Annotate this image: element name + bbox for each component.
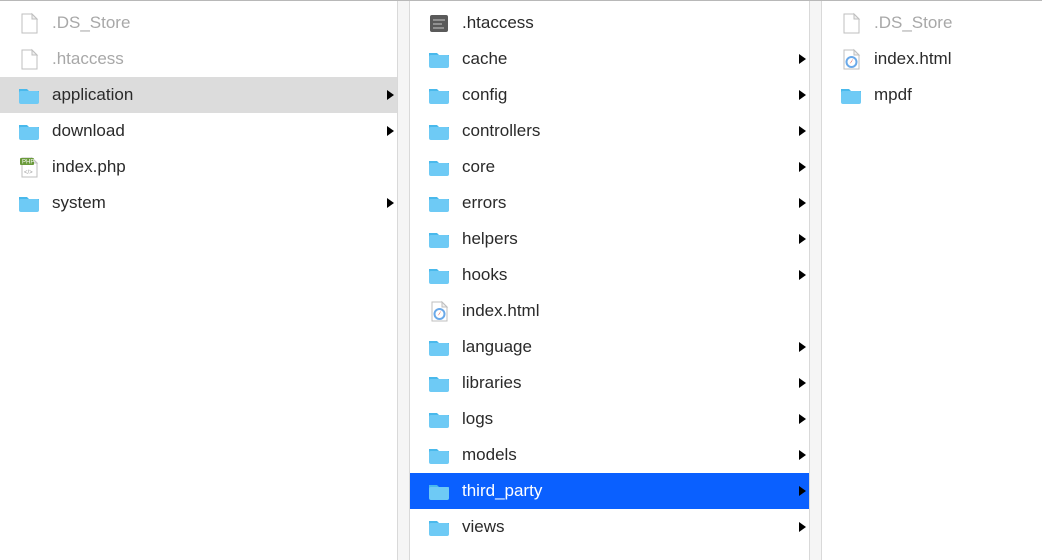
item-label: errors <box>462 193 798 213</box>
folder-item[interactable]: errors <box>410 185 822 221</box>
folder-item[interactable]: helpers <box>410 221 822 257</box>
folder-item[interactable]: cache <box>410 41 822 77</box>
folder-item[interactable]: system <box>0 185 410 221</box>
folder-icon <box>16 118 42 144</box>
folder-item[interactable]: views <box>410 509 822 545</box>
folder-icon <box>838 82 864 108</box>
apache-file-icon <box>426 10 452 36</box>
disclosure-arrow-icon <box>798 378 808 389</box>
file-item[interactable]: .htaccess <box>0 41 410 77</box>
item-label: index.html <box>462 301 798 321</box>
folder-icon <box>426 118 452 144</box>
folder-item[interactable]: hooks <box>410 257 822 293</box>
disclosure-arrow-icon <box>798 90 808 101</box>
disclosure-arrow-icon <box>798 198 808 209</box>
folder-icon <box>16 82 42 108</box>
disclosure-arrow-icon <box>798 486 808 497</box>
file-icon <box>16 46 42 72</box>
file-icon <box>16 10 42 36</box>
disclosure-arrow-icon <box>386 126 396 137</box>
column-2-rows: .htaccess cache config controllers core error… <box>410 5 822 545</box>
folder-icon <box>426 154 452 180</box>
item-label: .DS_Store <box>874 13 1018 33</box>
disclosure-arrow-icon <box>386 198 396 209</box>
disclosure-arrow-icon <box>798 126 808 137</box>
disclosure-arrow-icon <box>798 522 808 533</box>
php-file-icon <box>16 154 42 180</box>
folder-icon <box>426 262 452 288</box>
folder-icon <box>426 46 452 72</box>
item-label: cache <box>462 49 798 69</box>
folder-item[interactable]: config <box>410 77 822 113</box>
disclosure-arrow-icon <box>798 450 808 461</box>
finder-column-view: .DS_Store .htaccess application download ind… <box>0 0 1042 560</box>
column-3[interactable]: .DS_Store index.html mpdf <box>822 1 1042 560</box>
folder-item[interactable]: mpdf <box>822 77 1042 113</box>
column-1-rows: .DS_Store .htaccess application download ind… <box>0 5 410 221</box>
column-3-rows: .DS_Store index.html mpdf <box>822 5 1042 113</box>
item-label: logs <box>462 409 798 429</box>
item-label: mpdf <box>874 85 1018 105</box>
item-label: index.php <box>52 157 386 177</box>
column-1[interactable]: .DS_Store .htaccess application download ind… <box>0 1 410 560</box>
folder-item[interactable]: language <box>410 329 822 365</box>
disclosure-arrow-icon <box>798 234 808 245</box>
disclosure-arrow-icon <box>798 414 808 425</box>
html-file-icon <box>838 46 864 72</box>
folder-icon <box>426 514 452 540</box>
item-label: controllers <box>462 121 798 141</box>
item-label: language <box>462 337 798 357</box>
file-item[interactable]: .htaccess <box>410 5 822 41</box>
column-divider[interactable] <box>809 1 822 560</box>
item-label: core <box>462 157 798 177</box>
file-item[interactable]: index.html <box>822 41 1042 77</box>
disclosure-arrow-icon <box>386 90 396 101</box>
item-label: views <box>462 517 798 537</box>
folder-item[interactable]: download <box>0 113 410 149</box>
folder-icon <box>426 442 452 468</box>
disclosure-arrow-icon <box>798 54 808 65</box>
column-2[interactable]: .htaccess cache config controllers core error… <box>410 1 822 560</box>
item-label: application <box>52 85 386 105</box>
html-file-icon <box>426 298 452 324</box>
folder-item[interactable]: core <box>410 149 822 185</box>
item-label: libraries <box>462 373 798 393</box>
folder-item[interactable]: application <box>0 77 410 113</box>
item-label: index.html <box>874 49 1018 69</box>
folder-icon <box>426 406 452 432</box>
item-label: hooks <box>462 265 798 285</box>
item-label: .htaccess <box>52 49 386 69</box>
item-label: system <box>52 193 386 213</box>
disclosure-arrow-icon <box>798 162 808 173</box>
item-label: download <box>52 121 386 141</box>
folder-icon <box>426 190 452 216</box>
item-label: .htaccess <box>462 13 798 33</box>
file-icon <box>838 10 864 36</box>
file-item[interactable]: .DS_Store <box>822 5 1042 41</box>
folder-icon <box>16 190 42 216</box>
file-item[interactable]: index.html <box>410 293 822 329</box>
disclosure-arrow-icon <box>798 342 808 353</box>
folder-item[interactable]: controllers <box>410 113 822 149</box>
folder-item[interactable]: models <box>410 437 822 473</box>
item-label: helpers <box>462 229 798 249</box>
file-item[interactable]: index.php <box>0 149 410 185</box>
column-divider[interactable] <box>397 1 410 560</box>
folder-icon <box>426 478 452 504</box>
item-label: third_party <box>462 481 798 501</box>
item-label: models <box>462 445 798 465</box>
folder-item[interactable]: libraries <box>410 365 822 401</box>
folder-item[interactable]: third_party <box>410 473 822 509</box>
folder-item[interactable]: logs <box>410 401 822 437</box>
folder-icon <box>426 82 452 108</box>
folder-icon <box>426 226 452 252</box>
item-label: config <box>462 85 798 105</box>
disclosure-arrow-icon <box>798 270 808 281</box>
folder-icon <box>426 370 452 396</box>
item-label: .DS_Store <box>52 13 386 33</box>
folder-icon <box>426 334 452 360</box>
file-item[interactable]: .DS_Store <box>0 5 410 41</box>
